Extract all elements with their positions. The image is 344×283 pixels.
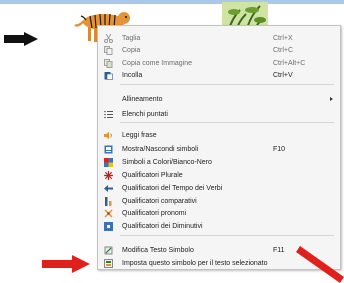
menu-item-label: Qualificatori pronomi (122, 210, 187, 217)
copy-image-icon (104, 59, 113, 68)
menu-item-qualificatori-plurale[interactable]: Qualificatori Plurale (98, 169, 340, 182)
menu-item-label: Incolla (122, 72, 143, 79)
red-diagonal-arrow (296, 246, 344, 283)
edit-symbol-text-icon (104, 246, 113, 255)
bullet-list-icon (104, 110, 113, 119)
menu-item-label: Leggi frase (122, 132, 157, 139)
context-menu: Taglia Ctrl+X Copia Ctrl+C Copia come Immagi… (97, 25, 341, 270)
color-symbols-icon (104, 158, 113, 167)
diminutive-icon (104, 222, 113, 231)
menu-item-leggi-frase[interactable]: Leggi frase (98, 129, 340, 142)
red-pointer-arrow (42, 255, 90, 273)
menu-item-label: Modifica Testo Simbolo (122, 247, 194, 254)
menu-item-shortcut: Ctrl+V (273, 72, 293, 79)
show-hide-symbols-icon (104, 145, 113, 154)
menu-item-label: Qualificatori Plurale (122, 172, 183, 179)
right-arrow-icon (4, 32, 38, 46)
plural-icon (104, 171, 113, 180)
menu-item-shortcut: Ctrl+C (273, 47, 294, 54)
menu-separator (120, 235, 334, 236)
menu-separator (120, 84, 334, 85)
menu-item-allineamento[interactable]: Allineamento (98, 93, 340, 106)
menu-item-label: Simboli a Colori/Bianco-Nero (122, 159, 212, 166)
menu-item-mostra-nascondi-simboli[interactable]: Mostra/Nascondi simboli F10 (98, 143, 340, 156)
verb-tense-icon (104, 184, 113, 193)
copy-icon (104, 46, 113, 55)
set-symbol-icon (104, 259, 113, 268)
submenu-arrow-icon (330, 97, 333, 101)
speaker-icon (104, 131, 113, 140)
menu-item-qualificatori-dei-diminutivi[interactable]: Qualificatori dei Diminutivi (98, 220, 340, 233)
menu-item-copia[interactable]: Copia Ctrl+C (98, 44, 340, 57)
paste-icon (104, 71, 113, 80)
menu-item-simboli-a-colori-bianco-nero[interactable]: Simboli a Colori/Bianco-Nero (98, 156, 340, 169)
menu-item-label: Elenchi puntati (122, 111, 168, 118)
menu-item-shortcut: F11 (273, 247, 285, 254)
menu-item-qualificatori-del-tempo-dei-verbi[interactable]: Qualificatori del Tempo dei Verbi (98, 182, 340, 195)
menu-item-shortcut: F10 (273, 146, 286, 153)
pronoun-icon (104, 209, 113, 218)
top-band (0, 0, 344, 4)
menu-item-label: Mostra/Nascondi simboli (122, 146, 199, 153)
menu-item-label: Qualificatori del Tempo dei Verbi (122, 185, 223, 192)
menu-item-incolla[interactable]: Incolla Ctrl+V (98, 69, 340, 82)
menu-item-label: Qualificatori dei Diminutivi (122, 223, 203, 230)
menu-item-label: Copia (122, 47, 141, 54)
menu-separator (120, 122, 334, 123)
comparative-icon (104, 197, 113, 206)
menu-item-label: Allineamento (122, 96, 163, 103)
menu-item-label: Imposta questo simbolo per il testo sele… (122, 260, 268, 267)
menu-item-elenchi-puntati[interactable]: Elenchi puntati (98, 108, 340, 121)
scissors-icon (104, 34, 113, 43)
menu-item-qualificatori-pronomi[interactable]: Qualificatori pronomi (98, 207, 340, 220)
